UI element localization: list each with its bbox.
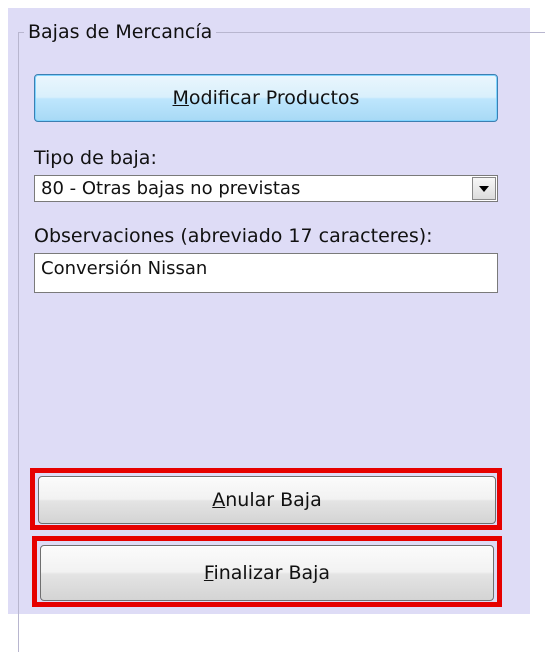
anular-baja-highlight (30, 468, 502, 530)
tipo-baja-select[interactable]: 80 - Otras bajas no previstas (34, 175, 498, 202)
chevron-down-icon[interactable] (472, 177, 496, 200)
tipo-baja-label: Tipo de baja: (34, 147, 157, 169)
observaciones-field[interactable]: Conversión Nissan (34, 253, 498, 293)
observaciones-label: Observaciones (abreviado 17 caracteres): (34, 225, 433, 247)
group-title: Bajas de Mercancía (24, 20, 217, 44)
modificar-productos-button[interactable]: Modificar Productos (34, 74, 498, 122)
tipo-baja-selected-value: 80 - Otras bajas no previstas (41, 178, 301, 199)
modificar-productos-label: Modificar Productos (172, 87, 360, 109)
finalizar-baja-highlight (32, 536, 502, 607)
chevron-down-icon-glyph (479, 185, 489, 192)
